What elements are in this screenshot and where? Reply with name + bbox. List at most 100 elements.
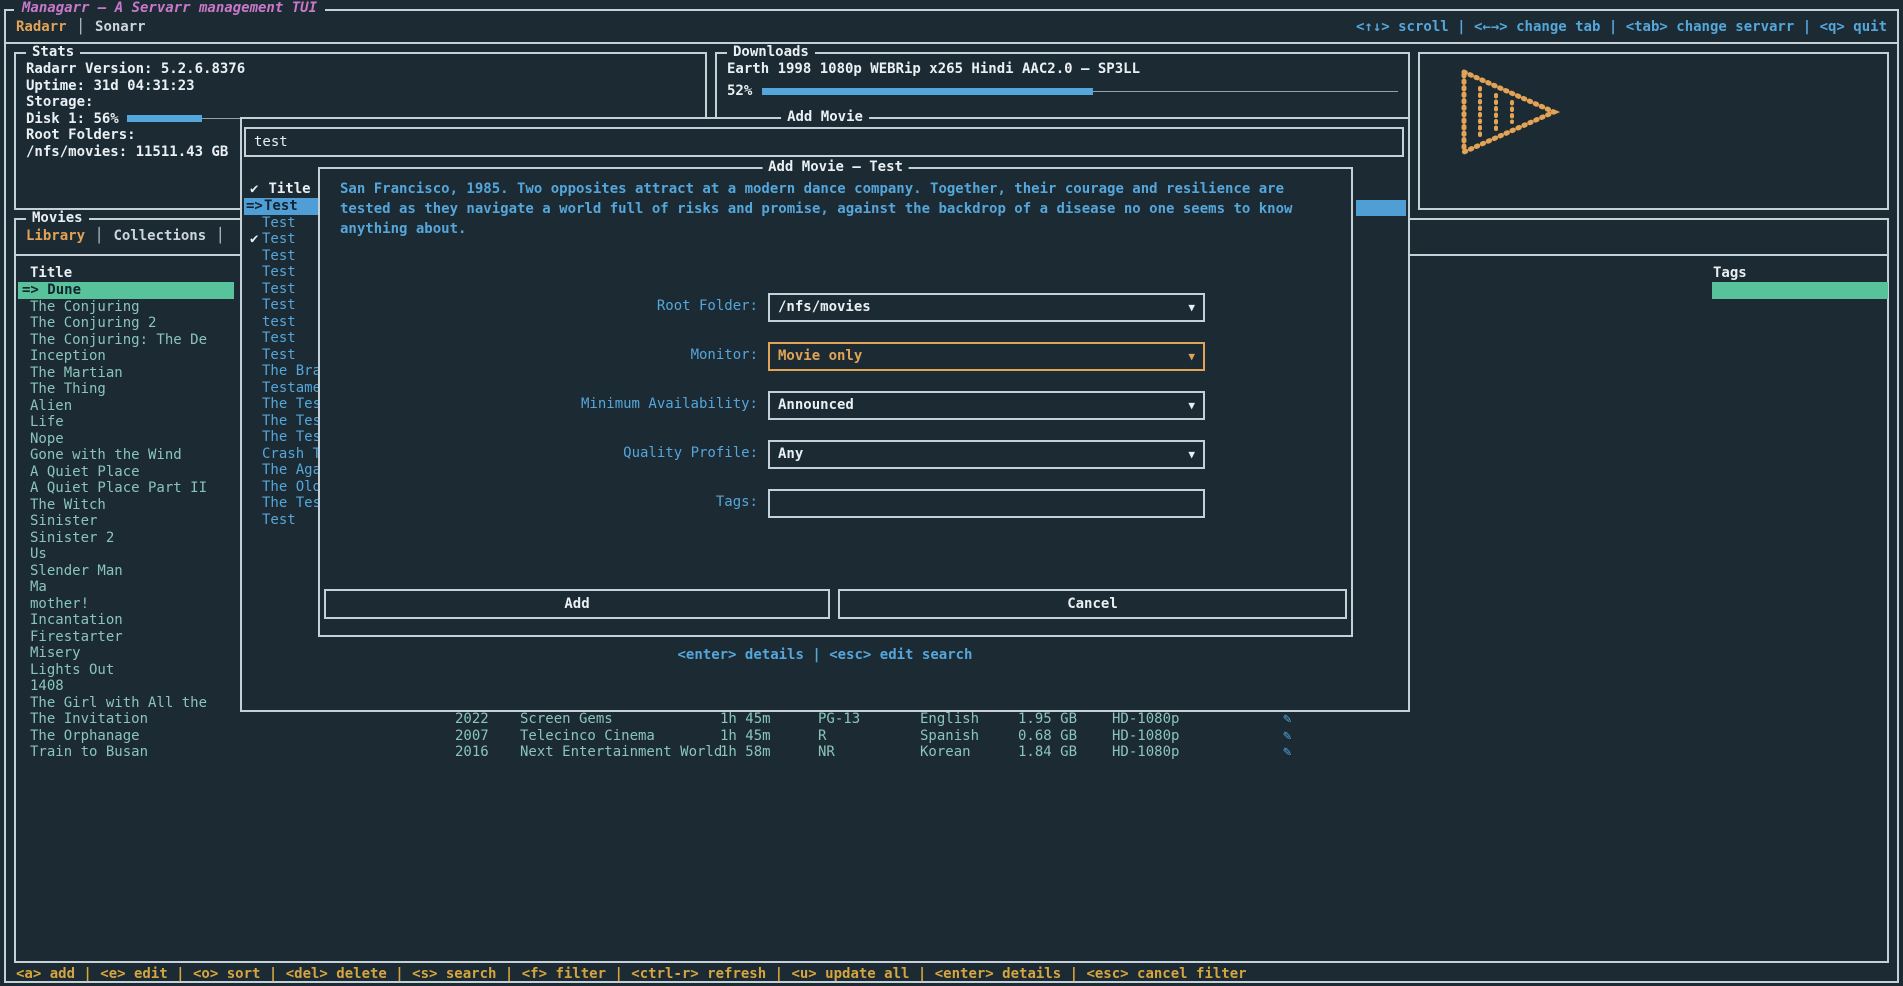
movie-title-cell: The Orphanage (18, 728, 234, 745)
tags-value (770, 495, 778, 511)
cancel-button[interactable]: Cancel (838, 589, 1347, 619)
search-result-row[interactable]: The Test (244, 429, 318, 446)
movie-title-cell: The Invitation (18, 711, 234, 728)
search-result-row[interactable]: Testamen (244, 380, 318, 397)
form-row-monitor: Monitor:Movie only▼ (320, 342, 1351, 371)
search-result-row[interactable]: Test (244, 281, 318, 298)
result-title: Testamen (262, 380, 318, 396)
movie-runtime-cell: 1h 45m (720, 711, 771, 728)
add-movie-modal-title: Add Movie (781, 109, 869, 125)
result-title: Test (262, 347, 296, 363)
search-result-row[interactable]: The Test (244, 413, 318, 430)
result-title: Test (262, 512, 296, 528)
search-result-row[interactable]: The Old (244, 479, 318, 496)
selected-result-highlight-sliver (1356, 200, 1406, 216)
movies-tab-collections[interactable]: Collections (113, 228, 206, 244)
result-title: Test (262, 297, 296, 313)
edit-pencil-icon[interactable]: ✎ (1283, 711, 1291, 728)
chevron-down-icon: ▼ (1188, 295, 1195, 320)
movie-title-cell: The Witch (18, 497, 234, 514)
disk-gauge-fill (127, 115, 203, 122)
add-movie-modal: Add Movie test ✔Title =>TestTest✔TestTes… (240, 117, 1410, 712)
movie-row[interactable]: The Orphanage2007Telecinco Cinema1h 45mR… (18, 728, 1885, 745)
movie-title-cell: Train to Busan (18, 744, 234, 761)
search-result-row[interactable]: The Test (244, 495, 318, 512)
search-result-row[interactable]: The Test (244, 396, 318, 413)
search-result-row[interactable]: Test (244, 297, 318, 314)
search-result-row[interactable]: The Aga' (244, 462, 318, 479)
search-result-row[interactable]: Test (244, 215, 318, 232)
movie-title-cell: The Conjuring: The De (18, 332, 234, 349)
download-item-title: Earth 1998 1080p WEBRip x265 Hindi AAC2.… (727, 61, 1398, 78)
movie-search-input[interactable]: test (244, 127, 1404, 157)
movies-tabs: Library│Collections│ (26, 228, 225, 244)
disk-percent: 56% (93, 111, 118, 127)
edit-pencil-icon[interactable]: ✎ (1283, 728, 1291, 745)
movie-quality-cell: HD-1080p (1112, 728, 1179, 745)
search-result-row[interactable]: Crash Te (244, 446, 318, 463)
search-result-row[interactable]: ✔Test (244, 231, 318, 248)
search-result-row[interactable]: Test (244, 264, 318, 281)
result-title: The Old (262, 479, 318, 495)
selected-arrow-icon: => (246, 198, 263, 215)
downloads-panel-title: Downloads (727, 44, 815, 60)
add-movie-detail-modal: Add Movie — Test San Francisco, 1985. Tw… (318, 167, 1353, 637)
radarr-version-value: 5.2.6.8376 (161, 61, 245, 77)
search-result-row[interactable]: test (244, 314, 318, 331)
result-title: The Aga' (262, 462, 318, 478)
result-title: The Test (262, 495, 318, 511)
movie-title-cell: A Quiet Place Part II (18, 480, 234, 497)
result-title: The Test (262, 413, 318, 429)
minimum-availability-dropdown[interactable]: Announced▼ (768, 391, 1205, 420)
edit-pencil-icon[interactable]: ✎ (1283, 744, 1291, 761)
root-folder-dropdown[interactable]: /nfs/movies ▼ (768, 293, 1205, 322)
title-column-header: Title (30, 265, 72, 281)
movie-rating-cell: PG-13 (818, 711, 860, 728)
movie-language-cell: English (920, 711, 979, 728)
add-button[interactable]: Add (324, 589, 830, 619)
quality-profile-label: Quality Profile: (320, 445, 758, 461)
movie-title-cell: Slender Man (18, 563, 234, 580)
movie-size-cell: 0.68 GB (1018, 728, 1077, 745)
disk-label: Disk 1: (26, 111, 85, 127)
movie-rating-cell: NR (818, 744, 835, 761)
header-separator (4, 42, 1899, 44)
result-title: Test (264, 198, 298, 214)
movie-year-cell: 2022 (455, 711, 489, 728)
movies-panel-title: Movies (26, 210, 89, 226)
search-result-row[interactable]: Test (244, 347, 318, 364)
movie-year-cell: 2007 (455, 728, 489, 745)
tab-radarr[interactable]: Radarr (16, 19, 67, 35)
search-result-row[interactable]: The Bran (244, 363, 318, 380)
check-column-icon: ✔ (250, 181, 258, 197)
search-result-row[interactable]: Test (244, 248, 318, 265)
movie-title-cell: Alien (18, 398, 234, 415)
search-result-row[interactable]: Test (244, 512, 318, 529)
storage-label: Storage: (26, 94, 705, 111)
results-header: ✔ Title (250, 181, 311, 197)
app-window: Managarr — A Servarr management TUI Rada… (4, 9, 1899, 983)
movie-row[interactable]: The Invitation 2022 Screen Gems 1h 45m PG-13… (18, 711, 1885, 728)
movies-tab-library[interactable]: Library (26, 228, 85, 244)
result-title: The Test (262, 396, 318, 412)
monitor-dropdown[interactable]: Movie only▼ (768, 342, 1205, 371)
movie-row[interactable]: Train to Busan2016Next Entertainment Wor… (18, 744, 1885, 761)
tags-column-header: Tags (1713, 265, 1747, 281)
modal-keybindings: <enter> details | <esc> edit search (242, 647, 1408, 663)
movie-title-cell: Sinister 2 (18, 530, 234, 547)
results-title-header: Title (268, 181, 310, 197)
search-result-row[interactable]: =>Test (244, 198, 318, 215)
result-title: Test (262, 281, 296, 297)
movies-tab-separator: │ (95, 228, 103, 244)
tags-input[interactable] (768, 489, 1205, 518)
result-title: The Test (262, 429, 318, 445)
movie-studio-cell: Screen Gems (520, 711, 613, 728)
detail-modal-title: Add Movie — Test (762, 159, 909, 175)
root-folder-value: /nfs/movies (770, 299, 871, 315)
managarr-screen: Managarr — A Servarr management TUI Rada… (0, 0, 1903, 986)
movie-title-cell: => Dune (18, 282, 234, 299)
quality-profile-dropdown[interactable]: Any▼ (768, 440, 1205, 469)
search-result-row[interactable]: Test (244, 330, 318, 347)
tab-sonarr[interactable]: Sonarr (95, 19, 146, 35)
movie-title-cell: mother! (18, 596, 234, 613)
